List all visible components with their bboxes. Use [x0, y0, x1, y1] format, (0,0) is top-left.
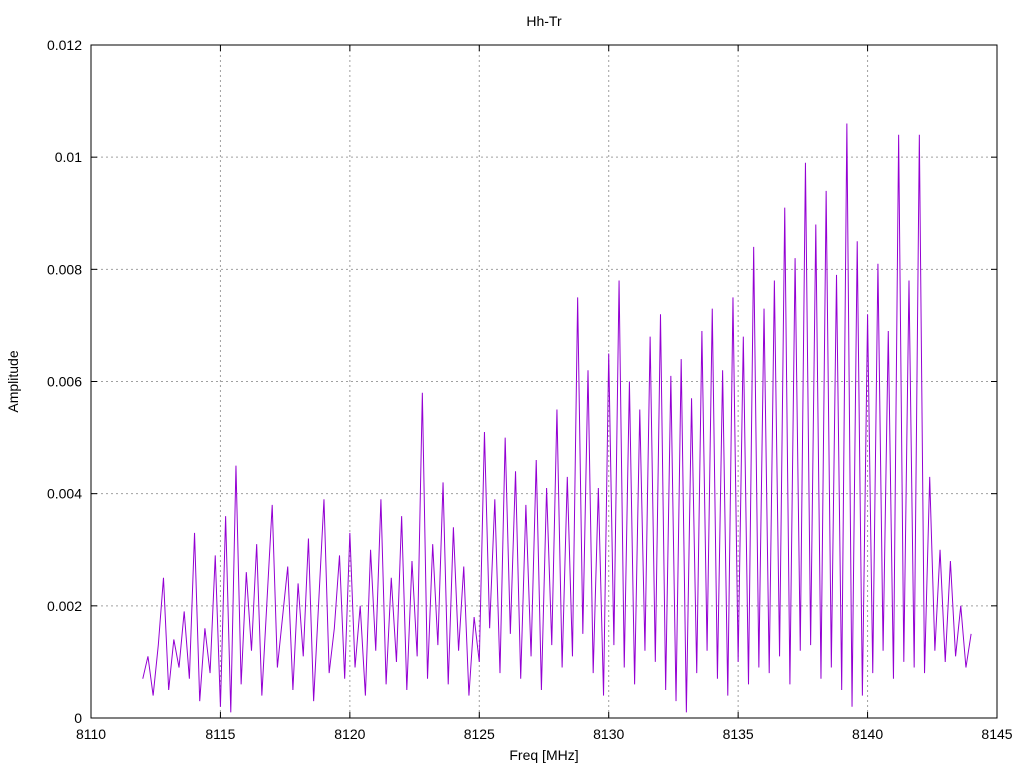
x-axis-title: Freq [MHz] — [509, 747, 578, 763]
x-tick-label: 8110 — [76, 726, 106, 742]
y-tick-label: 0.008 — [47, 261, 82, 277]
x-tick-label: 8120 — [334, 726, 365, 742]
x-tick-label: 8125 — [464, 726, 495, 742]
x-tick-label: 8140 — [852, 726, 883, 742]
chart-background — [0, 0, 1024, 768]
y-tick-label: 0.004 — [47, 486, 82, 502]
y-axis-title: Amplitude — [5, 350, 21, 412]
y-tick-label: 0.01 — [55, 149, 82, 165]
y-tick-label: 0.006 — [47, 374, 82, 390]
chart-svg: 8110 8115 8120 8125 8130 8135 8140 8145 0 0.002 0.… — [0, 0, 1024, 768]
chart-container: 8110 8115 8120 8125 8130 8135 8140 8145 0 0.002 0.… — [0, 0, 1024, 768]
x-tick-label: 8135 — [723, 726, 754, 742]
x-tick-label: 8115 — [205, 726, 235, 742]
x-tick-label: 8130 — [593, 726, 624, 742]
y-tick-label: 0.012 — [47, 37, 82, 53]
y-tick-label: 0 — [74, 710, 82, 726]
y-tick-label: 0.002 — [47, 598, 82, 614]
chart-title: Hh-Tr — [526, 13, 562, 29]
x-tick-label: 8145 — [981, 726, 1012, 742]
